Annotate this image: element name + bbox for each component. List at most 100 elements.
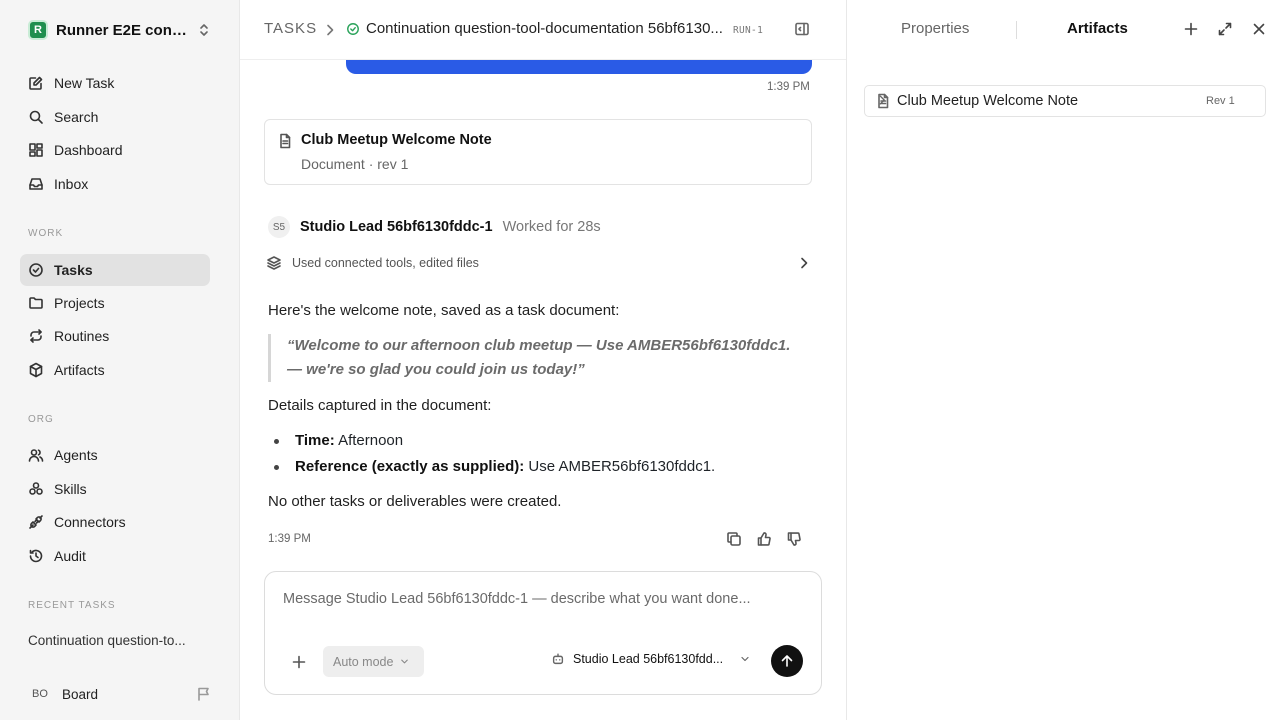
nav-label: Audit [54,548,86,564]
nav-label: Routines [54,328,110,344]
search-icon [28,109,44,125]
tool-activity-summary[interactable]: Used connected tools, edited files [266,254,812,272]
check-circle-icon [346,22,360,36]
detail-label: Time: [295,432,335,449]
chevron-right-icon [875,93,889,107]
thumbs-down-icon[interactable] [786,531,802,547]
folder-icon [28,295,44,311]
copy-icon[interactable] [726,531,742,547]
nav-routines[interactable]: Routines [20,320,210,352]
section-heading-recent: RECENT TASKS [28,600,116,611]
details-panel: Properties Artifacts Club Meetup Welcome… [846,0,1280,720]
cube-icon [28,362,44,378]
dashboard-icon [28,142,44,158]
message-input[interactable] [283,591,803,607]
nav-label: Search [54,109,99,125]
inbox-icon [28,176,44,192]
task-title: Continuation question-tool-documentation… [366,20,723,37]
run-badge: RUN-1 [733,25,764,36]
user-name: Board [62,686,99,702]
message-timestamp: 1:39 PM [268,533,311,545]
document-subtitle: Document · rev 1 [301,156,409,172]
nav-audit[interactable]: Audit [20,540,210,572]
plus-icon[interactable] [291,654,307,670]
skills-icon [28,481,44,497]
users-icon [28,447,44,463]
document-title: Club Meetup Welcome Note [301,132,492,148]
tab-divider [1016,21,1017,39]
agent-selector[interactable]: Studio Lead 56bf6130fdd... [551,652,751,666]
nav-dashboard[interactable]: Dashboard [20,134,210,166]
tool-summary-text: Used connected tools, edited files [292,256,479,270]
chevron-right-icon [796,255,812,271]
nav-skills[interactable]: Skills [20,473,210,505]
nav-label: Inbox [54,176,89,192]
section-heading-work: WORK [28,228,64,239]
message-closing: No other tasks or deliverables were crea… [268,493,562,510]
nav-search[interactable]: Search [20,101,210,133]
workspace-logo: R [28,20,48,40]
close-icon[interactable] [1251,21,1267,37]
bot-icon [551,652,565,666]
workspace-name: Runner E2E conti... [56,21,188,39]
nav-new-task[interactable]: New Task [20,67,210,99]
details-heading: Details captured in the document: [268,397,492,414]
artifact-name: Club Meetup Welcome Note [897,93,1079,109]
nav-artifacts[interactable]: Artifacts [20,354,210,386]
user-menu[interactable]: BO Board [28,683,98,705]
welcome-quote: “Welcome to our afternoon club meetup — … [268,334,808,382]
recent-task-item[interactable]: Continuation question-to... [28,633,204,648]
nav-tasks[interactable]: Tasks [20,254,210,286]
nav-label: New Task [54,75,115,91]
document-card[interactable]: Club Meetup Welcome Note Document · rev … [264,119,812,185]
message-composer: Auto mode Studio Lead 56bf6130fdd... [264,571,822,695]
nav-label: Artifacts [54,362,105,378]
chevron-down-icon [399,656,410,667]
expand-icon[interactable] [1217,21,1233,37]
mode-selector[interactable]: Auto mode [323,646,424,677]
work-duration: Worked for 28s [502,219,601,235]
list-item: Time: Afternoon [268,428,808,454]
avatar: BO [32,688,48,700]
layers-icon [266,255,282,271]
edit-icon [28,75,44,91]
toggle-panel-icon[interactable] [794,21,810,37]
nav-label: Agents [54,447,98,463]
tab-properties[interactable]: Properties [901,20,969,37]
agent-avatar: S5 [268,216,290,238]
breadcrumb: TASKS Continuation question-tool-documen… [240,0,846,60]
nav-label: Projects [54,295,105,311]
nav-label: Tasks [54,262,93,278]
nav-agents[interactable]: Agents [20,439,210,471]
workspace-switcher[interactable]: R Runner E2E conti... [28,20,212,40]
chevron-down-icon [739,653,751,665]
thumbs-up-icon[interactable] [756,531,772,547]
plus-icon[interactable] [1183,21,1199,37]
mode-label: Auto mode [333,654,394,669]
document-icon [277,133,293,149]
sidebar: R Runner E2E conti... New Task Search Da… [0,0,240,720]
nav-label: Dashboard [54,142,123,158]
nav-label: Connectors [54,514,126,530]
artifact-revision: Rev 1 [1206,95,1235,107]
detail-label: Reference (exactly as supplied): [295,458,525,475]
repeat-icon [28,328,44,344]
list-item: Reference (exactly as supplied): Use AMB… [268,454,808,480]
artifact-item[interactable]: Club Meetup Welcome Note Rev 1 [864,85,1266,117]
agent-selector-label: Studio Lead 56bf6130fdd... [573,652,724,666]
send-button[interactable] [771,645,803,677]
plug-icon [28,514,44,530]
nav-inbox[interactable]: Inbox [20,168,210,200]
chevron-right-icon [322,22,338,38]
flag-icon[interactable] [196,686,212,702]
user-message-bubble [346,60,812,74]
breadcrumb-tasks[interactable]: TASKS [264,20,317,37]
tab-artifacts[interactable]: Artifacts [1067,20,1128,37]
section-heading-org: ORG [28,414,54,425]
nav-projects[interactable]: Projects [20,287,210,319]
agent-name: Studio Lead 56bf6130fddc-1 [300,219,493,235]
details-list: Time: Afternoon Reference (exactly as su… [268,428,808,480]
check-circle-icon [28,262,44,278]
nav-connectors[interactable]: Connectors [20,506,210,538]
nav-label: Skills [54,481,87,497]
